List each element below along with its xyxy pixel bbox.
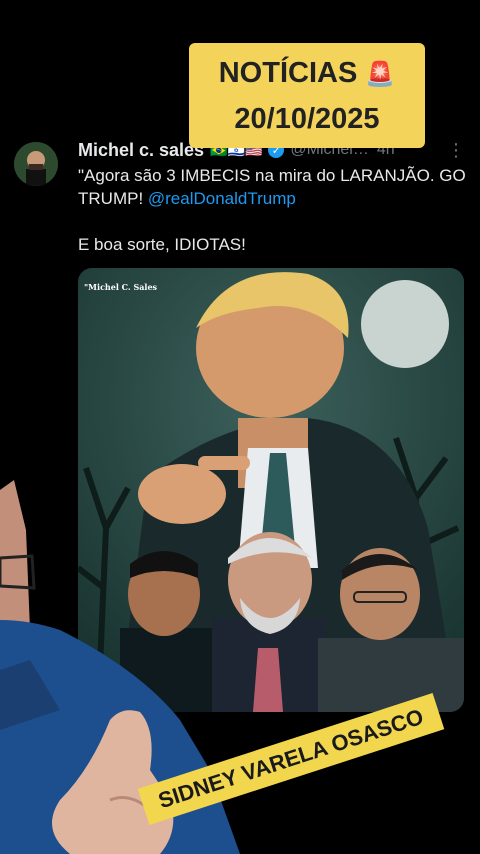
news-banner: NOTÍCIAS 🚨 20/10/2025 bbox=[189, 43, 425, 148]
author-name[interactable]: Michel c. sales bbox=[78, 140, 204, 161]
tweet: Michel c. sales 🇧🇷🇮🇱🇺🇸 ✓ @Michel… 4h ⋮ "… bbox=[0, 0, 480, 854]
post-text: "Agora são 3 IMBECIS na mira do LARANJÃO… bbox=[78, 164, 468, 256]
banner-date: 20/10/2025 bbox=[234, 103, 380, 135]
avatar-image bbox=[14, 142, 58, 186]
more-options-icon[interactable]: ⋮ bbox=[447, 140, 466, 161]
image-watermark: "Michel C. Sales bbox=[84, 282, 158, 292]
siren-icon: 🚨 bbox=[365, 61, 396, 88]
avatar[interactable] bbox=[14, 142, 58, 186]
mention-link[interactable]: @realDonaldTrump bbox=[148, 189, 296, 208]
post-text-line2: E boa sorte, IDIOTAS! bbox=[78, 235, 246, 254]
banner-title: NOTÍCIAS bbox=[218, 57, 358, 89]
